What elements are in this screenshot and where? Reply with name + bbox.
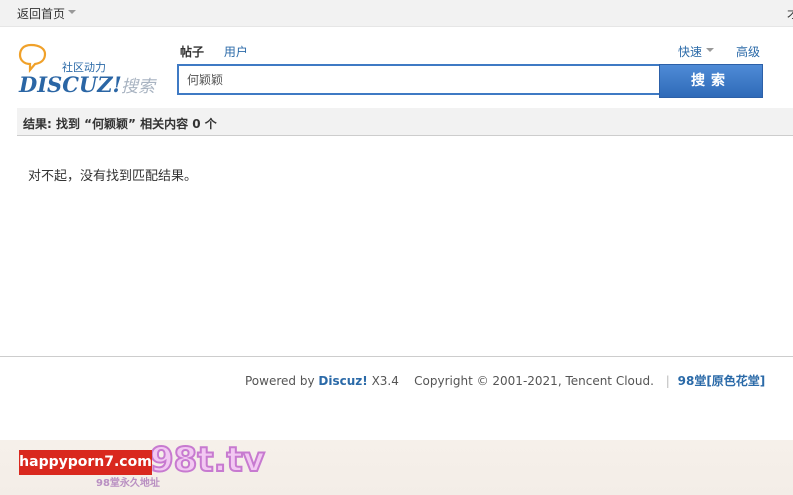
ad-domain[interactable]: 98t.tv — [149, 440, 266, 481]
footer: Powered by Discuz! X3.4 Copyright © 2001… — [245, 372, 765, 389]
logo-wordmark: DISCUZ! — [19, 72, 122, 97]
search-input[interactable] — [177, 64, 659, 95]
chevron-down-icon[interactable] — [706, 48, 714, 52]
copyright-text: Copyright © 2001-2021, Tencent Cloud. — [414, 374, 654, 388]
version-text: X3.4 — [371, 374, 399, 388]
tab-users[interactable]: 用户 — [224, 43, 248, 60]
chevron-down-icon[interactable] — [68, 10, 76, 14]
advanced-search-link[interactable]: 高级 — [736, 43, 760, 60]
footer-separator: | — [665, 374, 670, 388]
ad-subtext: 98堂永久地址 — [96, 478, 160, 489]
tab-posts[interactable]: 帖子 — [180, 43, 204, 60]
footer-divider — [0, 356, 793, 357]
top-bar: 返回首页 才 — [0, 0, 793, 27]
results-summary-bar: 结果: 找到 “何颖颖” 相关内容 0 个 — [17, 108, 793, 136]
powered-by-text: Powered by — [245, 374, 315, 388]
quick-search-dropdown[interactable]: 快速 — [678, 43, 702, 60]
logo-search-word: 搜索 — [121, 77, 155, 97]
search-button[interactable]: 搜索 — [659, 64, 763, 98]
discuz-link[interactable]: Discuz! — [318, 374, 367, 388]
search-type-tabs: 帖子 用户 — [180, 43, 264, 60]
ad-label[interactable]: happyporn7.com — [19, 450, 152, 475]
discuz-search-logo[interactable]: 社区动力 DISCUZ! 搜索 — [17, 42, 167, 97]
empty-results-message: 对不起，没有找到匹配结果。 — [28, 169, 198, 184]
results-summary: 结果: 找到 “何颖颖” 相关内容 0 个 — [23, 117, 217, 131]
speech-bubble-icon — [18, 43, 47, 74]
site-name-link[interactable]: 98堂[原色花堂] — [678, 374, 766, 388]
home-link[interactable]: 返回首页 — [17, 5, 65, 22]
topbar-right-text[interactable]: 才 — [787, 5, 793, 22]
